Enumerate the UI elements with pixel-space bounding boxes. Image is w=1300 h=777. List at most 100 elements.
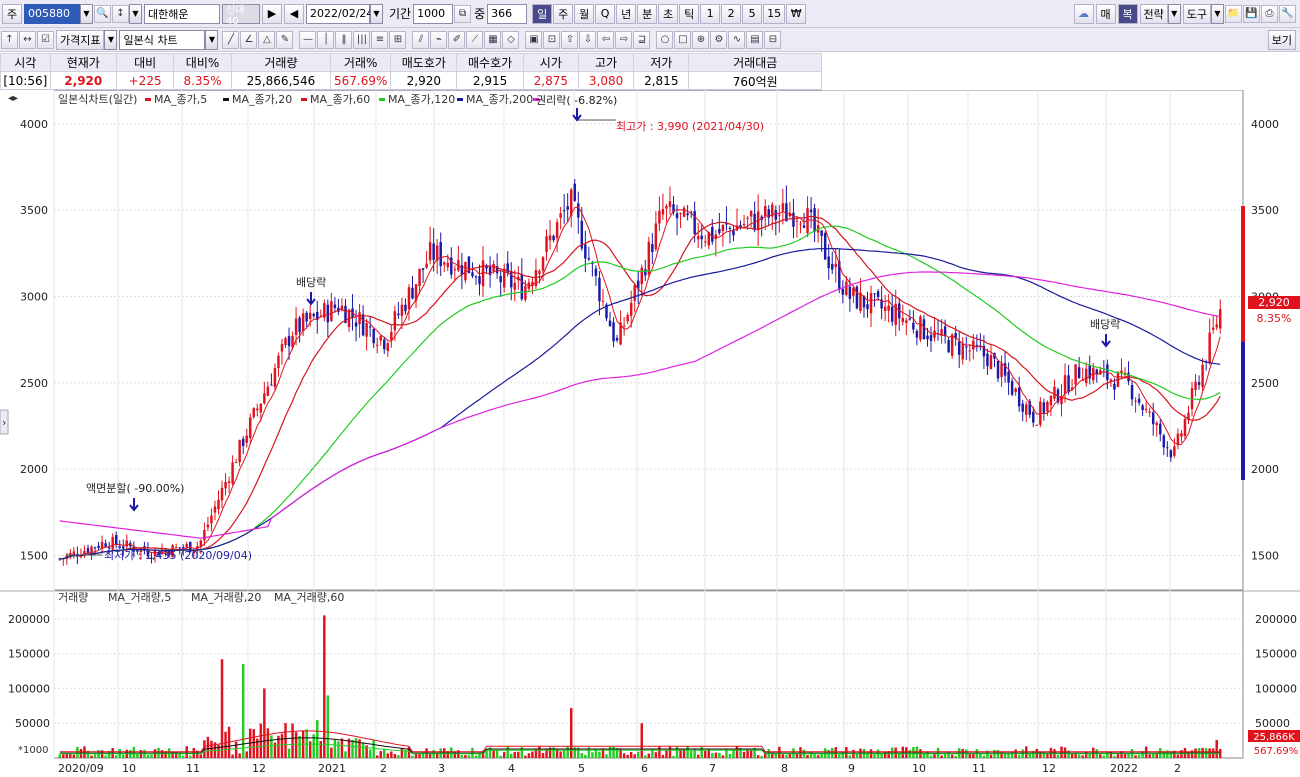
save-icon[interactable]: 💾 xyxy=(1243,4,1260,23)
draw-tool-icon-22[interactable]: ⊒ xyxy=(633,30,651,49)
compound-button[interactable]: 복 xyxy=(1117,3,1138,24)
volume-axis-label-right: 200000 xyxy=(1255,613,1297,626)
stock-code-input[interactable]: 005880 xyxy=(24,3,80,24)
volume-bar xyxy=(845,746,848,758)
volume-bar xyxy=(718,752,721,758)
folder-icon[interactable]: 📁 xyxy=(1225,4,1242,23)
draw-tool-icon-0[interactable]: ╱ xyxy=(222,30,240,49)
draw-tool-icon-15[interactable]: ◇ xyxy=(502,30,520,49)
draw-tool-icon-6[interactable]: ‖ xyxy=(335,30,353,49)
period-button-6[interactable]: 초 xyxy=(658,3,679,24)
period-button-9[interactable]: 2 xyxy=(721,3,742,24)
period-button-2[interactable]: 월 xyxy=(574,3,595,24)
play-forward-icon[interactable]: ▶ xyxy=(262,3,282,24)
stock-name-field[interactable]: 대한해운 xyxy=(144,3,220,24)
date-dropdown-icon[interactable]: ▼ xyxy=(370,3,383,24)
period-button-1[interactable]: 주 xyxy=(553,3,574,24)
volume-bar xyxy=(922,753,926,758)
draw-tool-icon-5[interactable]: │ xyxy=(317,30,335,49)
strategy-button[interactable]: 전략 xyxy=(1139,3,1168,24)
sort-icon[interactable]: ↕ xyxy=(112,4,129,23)
draw-tool-icon-21[interactable]: ⇨ xyxy=(615,30,633,49)
buy-button[interactable]: 매 xyxy=(1095,3,1116,24)
period-button-11[interactable]: 15 xyxy=(763,3,786,24)
play-back-icon[interactable]: ◀ xyxy=(284,3,304,24)
period-input[interactable]: 1000 xyxy=(413,3,454,24)
period-button-12[interactable]: ₩ xyxy=(786,3,807,24)
type-button[interactable]: 주 xyxy=(2,3,22,24)
event-arrow-icon xyxy=(1101,334,1111,348)
draw-tool-icon-10[interactable]: ⫽ xyxy=(412,30,430,49)
draw-tool-icon-16[interactable]: ▣ xyxy=(525,30,543,49)
cloud-icon[interactable]: ☁ xyxy=(1073,3,1094,24)
draw-tool-icon-19[interactable]: ⇩ xyxy=(579,30,597,49)
draw-tool-icon-27[interactable]: ∿ xyxy=(728,30,746,49)
tools-dropdown-icon[interactable]: ▼ xyxy=(1211,3,1224,24)
draw-tool-icon-12[interactable]: ✐ xyxy=(448,30,466,49)
candle-body xyxy=(644,269,647,276)
draw-tool-icon-8[interactable]: ≡ xyxy=(371,30,389,49)
period-button-7[interactable]: 틱 xyxy=(679,3,700,24)
strategy-dropdown-icon[interactable]: ▼ xyxy=(1167,3,1181,24)
chart-type-select[interactable]: 일본식 차트 xyxy=(119,29,206,50)
period-button-10[interactable]: 5 xyxy=(742,3,763,24)
draw-tool-icon-7[interactable]: ||| xyxy=(353,30,371,49)
period-button-8[interactable]: 1 xyxy=(700,3,721,24)
volume-bar xyxy=(474,755,478,758)
volume-bar xyxy=(785,754,788,758)
checklist-icon[interactable]: ☑ xyxy=(37,30,54,49)
draw-tool-icon-14[interactable]: ▦ xyxy=(484,30,502,49)
volume-bar xyxy=(492,750,495,758)
indicator-button[interactable]: 가격지표 xyxy=(56,29,105,50)
candle-body xyxy=(965,346,968,348)
draw-tool-icon-26[interactable]: ⚙ xyxy=(710,30,728,49)
draw-tool-icon-9[interactable]: ⊞ xyxy=(389,30,407,49)
draw-tool-icon-13[interactable]: ⟋ xyxy=(466,30,484,49)
lock-icon[interactable]: ⧉ xyxy=(454,4,472,23)
draw-tool-icon-18[interactable]: ⇧ xyxy=(561,30,579,49)
volume-bar xyxy=(181,755,185,758)
volume-bar xyxy=(372,740,375,758)
period-button-3[interactable]: Q xyxy=(595,3,616,24)
draw-tool-icon-20[interactable]: ⇦ xyxy=(597,30,615,49)
legend-swatch xyxy=(145,98,151,101)
draw-tool-icon-4[interactable]: — xyxy=(299,30,317,49)
draw-tool-icon-11[interactable]: ⌁ xyxy=(430,30,448,49)
draw-tool-icon-23[interactable]: ○ xyxy=(656,30,674,49)
draw-tool-icon-17[interactable]: ⊡ xyxy=(543,30,561,49)
volume-bar xyxy=(1109,751,1113,758)
period-button-0[interactable]: 일 xyxy=(532,3,553,24)
price-axis-label-right: 1500 xyxy=(1251,549,1279,562)
arrows-horizontal-icon[interactable]: ↔ xyxy=(19,30,36,49)
candle-body xyxy=(1021,403,1024,412)
view-button[interactable]: 보기 xyxy=(1267,29,1296,50)
tools-button[interactable]: 도구 xyxy=(1182,3,1211,24)
draw-tool-icon-2[interactable]: △ xyxy=(258,30,276,49)
sort-dropdown-icon[interactable]: ▼ xyxy=(129,3,142,24)
search-icon[interactable]: 🔍 xyxy=(94,4,111,23)
volume-bar xyxy=(1077,754,1081,758)
code-dropdown-icon[interactable]: ▼ xyxy=(80,3,93,24)
candle-body xyxy=(763,206,767,217)
mid-input[interactable]: 366 xyxy=(487,3,528,24)
draw-tool-icon-3[interactable]: ✎ xyxy=(276,30,294,49)
draw-tool-icon-1[interactable]: ∠ xyxy=(240,30,258,49)
settings-icon[interactable]: 🔧 xyxy=(1279,4,1296,23)
arrow-up-icon[interactable]: ↑ xyxy=(1,30,18,49)
candle-body xyxy=(647,241,651,275)
date-field[interactable]: 2022/02/24 xyxy=(306,3,373,24)
draw-tool-icon-25[interactable]: ⊕ xyxy=(692,30,710,49)
print-icon[interactable]: ⎙ xyxy=(1261,4,1278,23)
draw-tool-icon-24[interactable]: □ xyxy=(674,30,692,49)
volume-bar xyxy=(732,749,735,758)
draw-tool-icon-28[interactable]: ▤ xyxy=(746,30,764,49)
period-button-4[interactable]: 년 xyxy=(616,3,637,24)
period-button-5[interactable]: 분 xyxy=(637,3,658,24)
chart-type-dropdown-icon[interactable]: ▼ xyxy=(205,29,219,50)
volume-bar xyxy=(460,754,464,758)
candle-body xyxy=(640,267,643,284)
current-volume-tag-text: 25,866K xyxy=(1253,732,1295,743)
draw-tool-icon-29[interactable]: ⊟ xyxy=(764,30,782,49)
indicator-dropdown-icon[interactable]: ▼ xyxy=(104,29,118,50)
candle-body xyxy=(552,235,555,241)
